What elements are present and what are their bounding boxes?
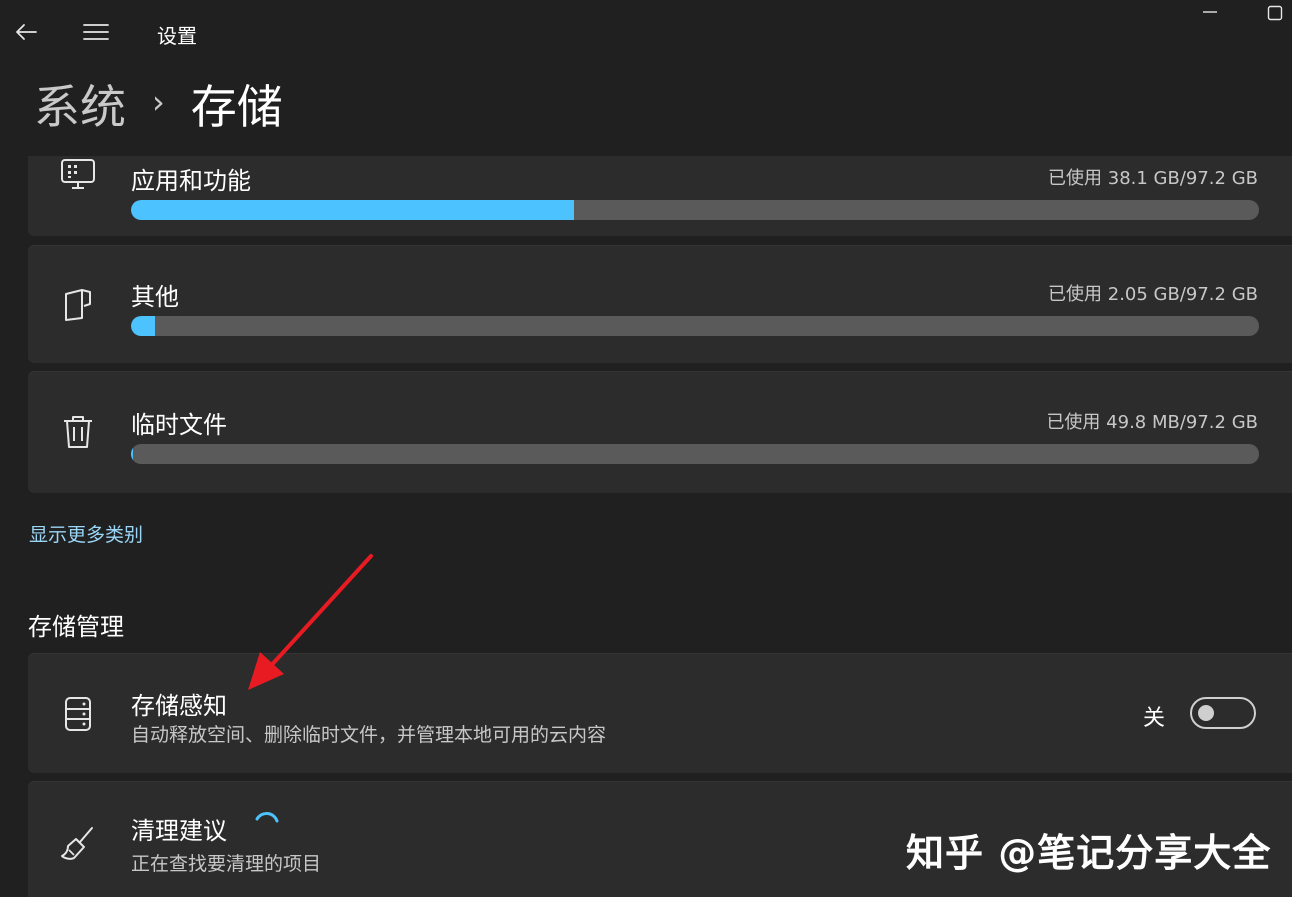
category-usage: 已使用 49.8 MB/97.2 GB: [1046, 412, 1258, 433]
apps-icon: [58, 156, 98, 194]
settings-window: 设置 系统 › 存储 应用和功能 已使用 38.1 GB/97.2 GB 其他 …: [0, 0, 1292, 897]
cleanup-label: 清理建议: [131, 817, 227, 845]
storage-sense-toggle[interactable]: [1190, 697, 1256, 729]
storage-sense-card[interactable]: 存储感知 自动释放空间、删除临时文件，并管理本地可用的云内容 关 ›: [28, 653, 1292, 773]
storage-sense-description: 自动释放空间、删除临时文件，并管理本地可用的云内容: [131, 724, 607, 746]
storage-sense-label: 存储感知: [131, 692, 227, 720]
content-pane[interactable]: 应用和功能 已使用 38.1 GB/97.2 GB › 其他 已使用 2.05 …: [0, 156, 1292, 897]
category-usage: 已使用 2.05 GB/97.2 GB: [1048, 284, 1258, 305]
usage-bar-fill: [131, 444, 134, 464]
category-card-temp-files[interactable]: 临时文件 已使用 49.8 MB/97.2 GB ›: [28, 371, 1292, 493]
annotation-arrow-icon: [248, 554, 373, 690]
back-button[interactable]: [8, 14, 44, 50]
category-label: 临时文件: [131, 411, 227, 439]
toggle-state-label: 关: [1143, 706, 1166, 731]
minimize-button[interactable]: [1201, 0, 1219, 24]
page-title: 存储: [190, 80, 283, 134]
hamburger-menu-icon: [83, 24, 109, 40]
maximize-button[interactable]: [1266, 4, 1284, 22]
category-usage: 已使用 38.1 GB/97.2 GB: [1048, 168, 1258, 189]
category-card-apps[interactable]: 应用和功能 已使用 38.1 GB/97.2 GB ›: [28, 156, 1292, 236]
category-card-other[interactable]: 其他 已使用 2.05 GB/97.2 GB ›: [28, 245, 1292, 363]
breadcrumb: 系统 › 存储: [34, 72, 283, 136]
title-bar: 设置: [0, 0, 1292, 64]
loading-spinner-icon: [255, 812, 279, 823]
app-title: 设置: [157, 24, 197, 48]
usage-bar: [131, 200, 1259, 220]
section-title-storage-management: 存储管理: [28, 613, 124, 641]
toggle-knob: [1198, 705, 1214, 721]
navigation-menu-button[interactable]: [78, 14, 114, 50]
breadcrumb-system-link[interactable]: 系统: [34, 71, 126, 137]
usage-bar-fill: [131, 200, 575, 220]
trash-icon: [58, 412, 98, 452]
back-arrow-icon: [16, 24, 37, 40]
watermark: 知乎 @笔记分享大全: [906, 831, 1272, 875]
usage-bar: [131, 444, 1259, 464]
category-label: 应用和功能: [131, 167, 251, 195]
usage-bar-fill: [131, 316, 155, 336]
document-icon: [58, 284, 98, 324]
category-label: 其他: [131, 283, 179, 311]
maximize-icon: [1267, 5, 1283, 21]
broom-icon: [58, 824, 98, 864]
breadcrumb-separator: ›: [152, 83, 165, 121]
usage-bar: [131, 316, 1259, 336]
cleanup-description: 正在查找要清理的项目: [131, 853, 322, 875]
show-more-categories-link[interactable]: 显示更多类别: [29, 520, 143, 547]
minimize-icon: [1203, 11, 1217, 13]
storage-drive-icon: [58, 694, 98, 734]
